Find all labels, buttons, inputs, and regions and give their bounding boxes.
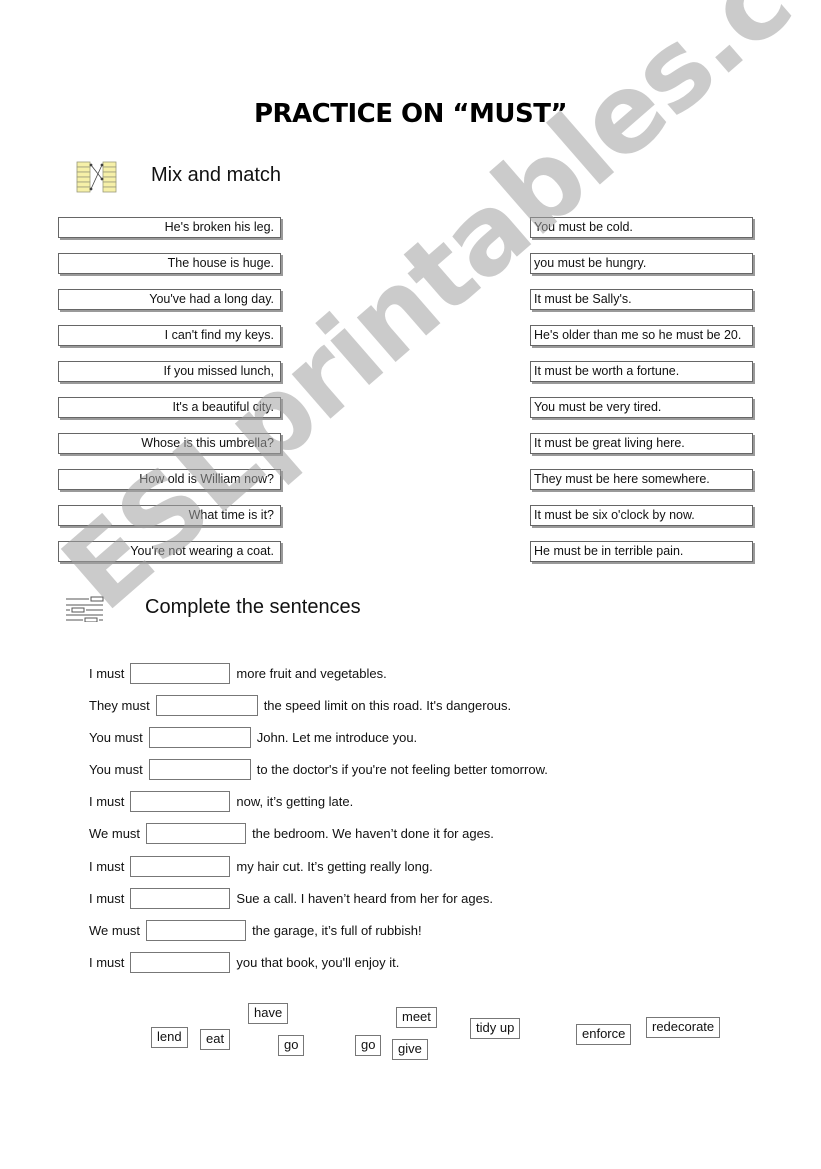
answer-gap[interactable] (130, 791, 231, 812)
answer-gap[interactable] (148, 759, 251, 780)
sentence-stem: I must (89, 859, 125, 874)
word-chip[interactable]: redecorate (646, 1017, 721, 1038)
gap-fill-icon (66, 596, 104, 622)
sentence-stem: I must (89, 666, 125, 681)
match-right-item[interactable]: It must be worth a fortune. (530, 361, 753, 382)
match-right-item[interactable]: You must be cold. (530, 217, 753, 238)
match-left-item[interactable]: It's a beautiful city. (58, 397, 281, 418)
sentence-rest: Sue a call. I haven’t heard from her for… (236, 891, 493, 906)
answer-gap[interactable] (148, 727, 251, 748)
match-left-item[interactable]: If you missed lunch, (58, 361, 281, 382)
word-chip[interactable]: eat (200, 1029, 231, 1050)
match-right-item[interactable]: It must be Sally's. (530, 289, 753, 310)
match-left-item[interactable]: He's broken his leg. (58, 217, 281, 238)
sentence-row: They must the speed limit on this road. I… (89, 695, 511, 717)
sentence-row: I must more fruit and vegetables. (89, 663, 387, 685)
match-left-item[interactable]: You're not wearing a coat. (58, 541, 281, 562)
sentence-stem: I must (89, 891, 125, 906)
answer-gap[interactable] (130, 888, 231, 909)
sentence-row: I must you that book, you'll enjoy it. (89, 952, 399, 974)
match-right-item[interactable]: you must be hungry. (530, 253, 753, 274)
sentence-rest: you that book, you'll enjoy it. (236, 955, 400, 970)
sentence-row: We must the bedroom. We haven’t done it f… (89, 823, 494, 845)
match-right-item[interactable]: You must be very tired. (530, 397, 753, 418)
match-right-item[interactable]: He must be in terrible pain. (530, 541, 753, 562)
sentence-rest: the bedroom. We haven’t done it for ages… (252, 826, 494, 841)
match-left-item[interactable]: How old is William now? (58, 469, 281, 490)
sentence-stem: We must (89, 923, 141, 938)
sentence-rest: my hair cut. It’s getting really long. (236, 859, 433, 874)
match-right-item[interactable]: They must be here somewhere. (530, 469, 753, 490)
mix-match-heading: Mix and match (151, 164, 282, 186)
word-chip[interactable]: go (278, 1035, 305, 1056)
sentence-stem: I must (89, 955, 125, 970)
sentence-row: I must Sue a call. I haven’t heard from h… (89, 888, 493, 910)
sentence-rest: now, it’s getting late. (236, 794, 354, 809)
word-chip[interactable]: meet (396, 1007, 437, 1028)
match-left-item[interactable]: You've had a long day. (58, 289, 281, 310)
sentence-row: We must the garage, it’s full of rubbish! (89, 920, 422, 942)
watermark: ESLprintables.com (40, 0, 821, 635)
sentence-row: I must now, it’s getting late. (89, 791, 353, 813)
sentence-rest: John. Let me introduce you. (256, 730, 418, 745)
answer-gap[interactable] (130, 952, 231, 973)
answer-gap[interactable] (130, 856, 231, 877)
word-chip[interactable]: give (392, 1039, 428, 1060)
match-left-item[interactable]: Whose is this umbrella? (58, 433, 281, 454)
sentence-rest: more fruit and vegetables. (236, 666, 387, 681)
page-title: PRACTICE ON “MUST” (253, 99, 568, 129)
match-right-item[interactable]: He's older than me so he must be 20. (530, 325, 753, 346)
sentence-stem: They must (89, 698, 150, 713)
match-right-item[interactable]: It must be great living here. (530, 433, 753, 454)
sentence-rest: to the doctor's if you're not feeling be… (256, 762, 548, 777)
sentence-row: You must John. Let me introduce you. (89, 727, 417, 749)
sentence-stem: I must (89, 794, 125, 809)
match-right-item[interactable]: It must be six o'clock by now. (530, 505, 753, 526)
match-lines-icon (76, 161, 117, 193)
sentence-stem: We must (89, 826, 141, 841)
word-chip[interactable]: enforce (576, 1024, 632, 1045)
word-chip[interactable]: lend (151, 1027, 188, 1048)
word-chip[interactable]: tidy up (470, 1018, 521, 1039)
match-left-item[interactable]: What time is it? (58, 505, 281, 526)
match-left-item[interactable]: The house is huge. (58, 253, 281, 274)
match-left-item[interactable]: I can't find my keys. (58, 325, 281, 346)
sentence-stem: You must (89, 730, 143, 745)
answer-gap[interactable] (146, 920, 247, 941)
complete-sentences-heading: Complete the sentences (145, 596, 361, 618)
sentence-stem: You must (89, 762, 143, 777)
sentence-rest: the garage, it’s full of rubbish! (252, 923, 422, 938)
sentence-row: You must to the doctor's if you're not fe… (89, 759, 548, 781)
answer-gap[interactable] (155, 695, 258, 716)
answer-gap[interactable] (146, 823, 247, 844)
sentence-rest: the speed limit on this road. It's dange… (263, 698, 512, 713)
word-chip[interactable]: go (355, 1035, 382, 1056)
sentence-row: I must my hair cut. It’s getting really l… (89, 856, 433, 878)
answer-gap[interactable] (130, 663, 231, 684)
word-chip[interactable]: have (248, 1003, 289, 1024)
